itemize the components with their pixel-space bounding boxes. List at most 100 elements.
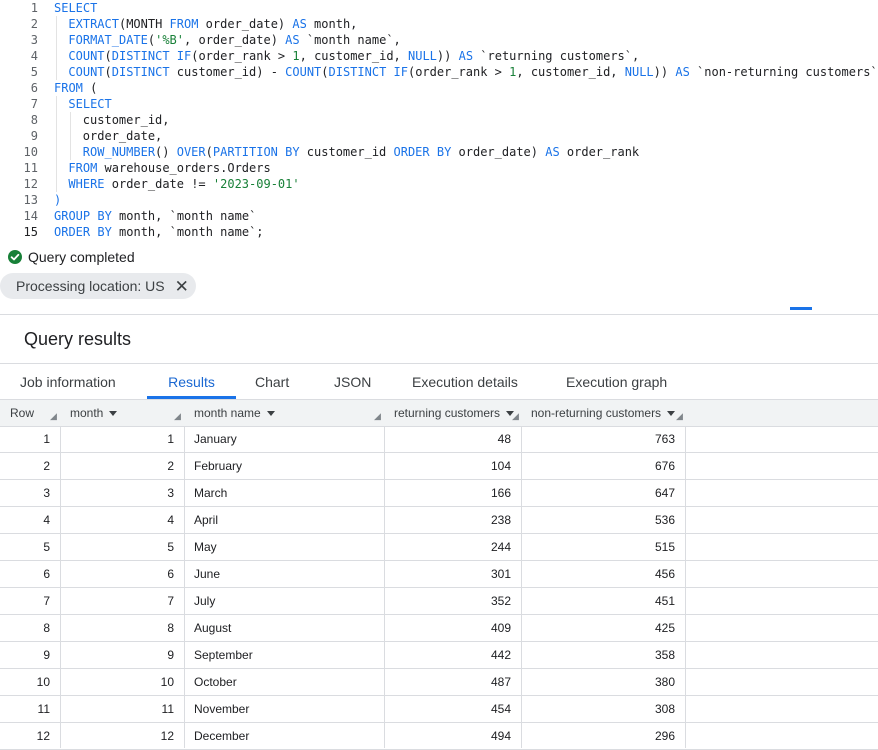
code-line[interactable]: 1 SELECT [0, 0, 878, 16]
cell-month[interactable]: 1 [60, 426, 174, 452]
cell-non-returning-customers[interactable]: 647 [521, 480, 675, 506]
code-line[interactable]: 3 FORMAT_DATE('%B', order_date) AS `month… [0, 32, 878, 48]
column-resize-icon[interactable]: ◢ [676, 410, 686, 422]
cell-month-name[interactable]: August [194, 615, 374, 641]
column-resize-icon[interactable]: ◢ [174, 410, 184, 422]
cell-row-number[interactable]: 1 [0, 426, 50, 452]
cell-month-name[interactable]: June [194, 561, 374, 587]
table-row[interactable]: 11 11 November 454 308 [0, 696, 878, 723]
cell-month-name[interactable]: September [194, 642, 374, 668]
code-line[interactable]: 15 ORDER BY month, `month name`; [0, 224, 878, 240]
column-resize-icon[interactable]: ◢ [50, 410, 60, 422]
sort-menu-icon[interactable] [667, 411, 676, 417]
close-icon[interactable]: ✕ [175, 278, 189, 295]
code-line[interactable]: 11 FROM warehouse_orders.Orders [0, 160, 878, 176]
tab-job-information[interactable]: Job information [20, 364, 116, 400]
tab-execution-graph[interactable]: Execution graph [566, 364, 667, 400]
column-header-returning-customers[interactable]: returning customers [394, 400, 515, 426]
panel-resize-handle[interactable] [790, 307, 812, 310]
cell-non-returning-customers[interactable]: 358 [521, 642, 675, 668]
tab-execution-details[interactable]: Execution details [412, 364, 518, 400]
code-line[interactable]: 9 order_date, [0, 128, 878, 144]
table-row[interactable]: 7 7 July 352 451 [0, 588, 878, 615]
cell-returning-customers[interactable]: 48 [384, 426, 511, 452]
column-header-month-name[interactable]: month name [194, 400, 275, 426]
cell-returning-customers[interactable]: 487 [384, 669, 511, 695]
processing-location-chip[interactable]: Processing location: US ✕ [0, 273, 196, 299]
sort-menu-icon[interactable] [266, 411, 275, 417]
cell-row-number[interactable]: 4 [0, 507, 50, 533]
cell-month[interactable]: 7 [60, 588, 174, 614]
table-row[interactable]: 12 12 December 494 296 [0, 723, 878, 750]
cell-month[interactable]: 5 [60, 534, 174, 560]
cell-row-number[interactable]: 5 [0, 534, 50, 560]
table-row[interactable]: 1 1 January 48 763 [0, 426, 878, 453]
table-row[interactable]: 3 3 March 166 647 [0, 480, 878, 507]
cell-month-name[interactable]: February [194, 453, 374, 479]
cell-row-number[interactable]: 9 [0, 642, 50, 668]
cell-returning-customers[interactable]: 494 [384, 723, 511, 749]
cell-non-returning-customers[interactable]: 456 [521, 561, 675, 587]
code-line[interactable]: 4 COUNT(DISTINCT IF(order_rank > 1, custo… [0, 48, 878, 64]
cell-month-name[interactable]: December [194, 723, 374, 749]
cell-month[interactable]: 10 [60, 669, 174, 695]
tab-results[interactable]: Results [147, 364, 236, 400]
cell-non-returning-customers[interactable]: 676 [521, 453, 675, 479]
sort-menu-icon[interactable] [109, 411, 118, 417]
cell-returning-customers[interactable]: 301 [384, 561, 511, 587]
code-line[interactable]: 5 COUNT(DISTINCT customer_id) - COUNT(DIS… [0, 64, 878, 80]
column-header-non-returning-customers[interactable]: non-returning customers [531, 400, 676, 426]
cell-row-number[interactable]: 10 [0, 669, 50, 695]
cell-month[interactable]: 4 [60, 507, 174, 533]
tab-json[interactable]: JSON [334, 364, 371, 400]
tab-chart[interactable]: Chart [255, 364, 289, 400]
cell-non-returning-customers[interactable]: 308 [521, 696, 675, 722]
column-resize-icon[interactable]: ◢ [512, 410, 522, 422]
cell-month[interactable]: 11 [60, 696, 174, 722]
table-row[interactable]: 2 2 February 104 676 [0, 453, 878, 480]
code-line[interactable]: 6 FROM ( [0, 80, 878, 96]
table-row[interactable]: 8 8 August 409 425 [0, 615, 878, 642]
cell-month[interactable]: 3 [60, 480, 174, 506]
table-row[interactable]: 10 10 October 487 380 [0, 669, 878, 696]
cell-row-number[interactable]: 2 [0, 453, 50, 479]
cell-month[interactable]: 6 [60, 561, 174, 587]
cell-returning-customers[interactable]: 352 [384, 588, 511, 614]
cell-row-number[interactable]: 7 [0, 588, 50, 614]
cell-returning-customers[interactable]: 104 [384, 453, 511, 479]
column-header-row[interactable]: Row [10, 400, 34, 426]
code-line[interactable]: 10 ROW_NUMBER() OVER(PARTITION BY custome… [0, 144, 878, 160]
code-line[interactable]: 13) [0, 192, 878, 208]
cell-non-returning-customers[interactable]: 536 [521, 507, 675, 533]
column-resize-icon[interactable]: ◢ [374, 410, 384, 422]
cell-month-name[interactable]: January [194, 426, 374, 452]
code-line[interactable]: 2 EXTRACT(MONTH FROM order_date) AS month… [0, 16, 878, 32]
cell-month[interactable]: 9 [60, 642, 174, 668]
cell-row-number[interactable]: 3 [0, 480, 50, 506]
code-line[interactable]: 8 customer_id, [0, 112, 878, 128]
cell-row-number[interactable]: 12 [0, 723, 50, 749]
table-row[interactable]: 6 6 June 301 456 [0, 561, 878, 588]
cell-month-name[interactable]: October [194, 669, 374, 695]
cell-row-number[interactable]: 6 [0, 561, 50, 587]
cell-non-returning-customers[interactable]: 763 [521, 426, 675, 452]
cell-non-returning-customers[interactable]: 380 [521, 669, 675, 695]
cell-returning-customers[interactable]: 409 [384, 615, 511, 641]
table-row[interactable]: 4 4 April 238 536 [0, 507, 878, 534]
cell-month-name[interactable]: March [194, 480, 374, 506]
cell-row-number[interactable]: 11 [0, 696, 50, 722]
cell-month-name[interactable]: May [194, 534, 374, 560]
column-header-month[interactable]: month [70, 400, 118, 426]
cell-non-returning-customers[interactable]: 515 [521, 534, 675, 560]
cell-month[interactable]: 2 [60, 453, 174, 479]
table-row[interactable]: 5 5 May 244 515 [0, 534, 878, 561]
cell-month-name[interactable]: April [194, 507, 374, 533]
cell-month[interactable]: 12 [60, 723, 174, 749]
cell-returning-customers[interactable]: 238 [384, 507, 511, 533]
table-row[interactable]: 9 9 September 442 358 [0, 642, 878, 669]
code-line[interactable]: 14 GROUP BY month, `month name` [0, 208, 878, 224]
code-line[interactable]: 7 SELECT [0, 96, 878, 112]
cell-returning-customers[interactable]: 166 [384, 480, 511, 506]
cell-returning-customers[interactable]: 442 [384, 642, 511, 668]
cell-returning-customers[interactable]: 244 [384, 534, 511, 560]
